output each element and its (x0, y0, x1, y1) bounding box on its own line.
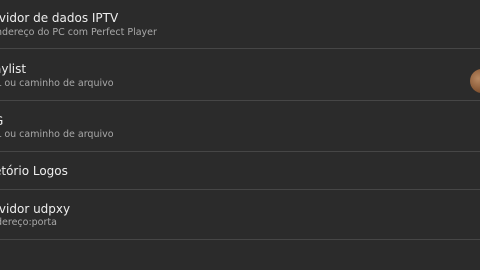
setting-item-subtitle: L ou caminho de arquivo (0, 78, 114, 89)
setting-item-title: rvidor de dados IPTV (0, 11, 119, 25)
setting-item-title: aylist (0, 62, 27, 76)
setting-item-subtitle: ndereço do PC com Perfect Player (0, 27, 157, 38)
setting-item-title: G (0, 114, 3, 128)
setting-item-subtitle: L ou caminho de arquivo (0, 129, 114, 140)
setting-item-playlist[interactable]: aylist L ou caminho de arquivo (0, 49, 480, 100)
setting-item-epg[interactable]: G L ou caminho de arquivo (0, 101, 480, 151)
setting-item-logos-directory[interactable]: etório Logos (0, 152, 480, 189)
setting-item-title: rvidor udpxy (0, 202, 71, 216)
setting-item-iptv-data-server[interactable]: rvidor de dados IPTV ndereço do PC com P… (0, 0, 480, 46)
settings-list: rvidor de dados IPTV ndereço do PC com P… (0, 0, 480, 270)
setting-item-title: etório Logos (0, 164, 68, 178)
setting-item-subtitle: dereço:porta (0, 217, 57, 228)
setting-item-udpxy-server[interactable]: rvidor udpxy dereço:porta (0, 190, 480, 238)
divider (0, 239, 480, 240)
